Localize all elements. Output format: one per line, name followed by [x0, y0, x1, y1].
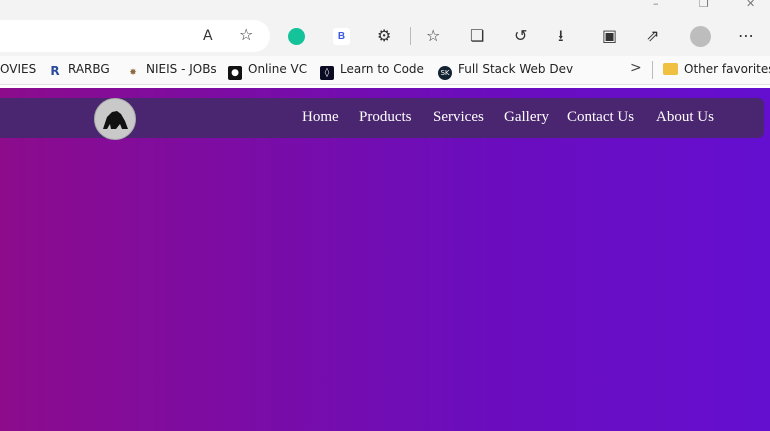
nav-about-us[interactable]: About Us	[656, 109, 714, 126]
nav-services[interactable]: Services	[433, 109, 484, 126]
bing-extension-icon[interactable]: B	[333, 28, 350, 45]
share-icon[interactable]: ⇗	[646, 28, 659, 44]
favorite-item[interactable]: ◊ Learn to Code	[320, 62, 424, 80]
close-button[interactable]: ✕	[746, 0, 755, 10]
minimize-button[interactable]: –	[653, 0, 659, 10]
bear-logo-icon	[103, 111, 128, 129]
favorite-item[interactable]: SK Full Stack Web Dev	[438, 62, 573, 80]
extensions-icon[interactable]: ⚙	[377, 28, 391, 44]
other-favorites[interactable]: Other favorites	[663, 62, 770, 76]
address-bar[interactable]: A ☆	[0, 20, 270, 52]
add-favorite-icon[interactable]: ☆	[239, 27, 253, 43]
site-logo[interactable]	[94, 98, 136, 140]
favorite-label: NIEIS - JOBs	[146, 62, 217, 76]
favorites-overflow-chevron-icon[interactable]: >	[630, 60, 642, 76]
site-navbar: Home Products Services Gallery Contact U…	[0, 98, 764, 140]
favorite-label: Full Stack Web Dev	[458, 62, 574, 76]
title-bar: – ❐ ✕	[0, 0, 770, 16]
rarbg-icon: R	[50, 64, 60, 78]
favorites-bar: OVIES R RARBG ✸ NIEIS - JOBs ● Online VC ◊ L…	[0, 56, 770, 85]
downloads-icon[interactable]: ⭳	[558, 28, 564, 44]
more-menu-icon[interactable]: ⋯	[738, 28, 754, 44]
favorite-item[interactable]: ● Online VC	[228, 62, 307, 80]
sk-icon: SK	[438, 66, 452, 80]
browser-toolbar: A ☆ B ⚙ ☆ ❏ ↺ ⭳ ▣ ⇗ ⋯	[0, 16, 770, 56]
favorite-item[interactable]: OVIES	[0, 62, 36, 76]
favorites-separator	[652, 61, 653, 79]
favorites-icon[interactable]: ☆	[426, 28, 440, 44]
other-favorites-label: Other favorites	[684, 62, 770, 76]
maximize-button[interactable]: ❐	[699, 0, 709, 10]
favorite-label: Online VC	[248, 62, 308, 76]
collections-icon[interactable]: ❏	[470, 28, 484, 44]
math-solver-icon[interactable]: ▣	[602, 28, 617, 44]
emblem-icon: ✸	[129, 68, 137, 78]
profile-avatar[interactable]	[690, 26, 711, 47]
read-aloud-icon[interactable]: A	[203, 28, 213, 44]
nav-gallery[interactable]: Gallery	[504, 109, 549, 126]
web-page: Home Products Services Gallery Contact U…	[0, 88, 770, 431]
nav-products[interactable]: Products	[359, 109, 412, 126]
favorite-label: Learn to Code	[340, 62, 424, 76]
history-icon[interactable]: ↺	[514, 28, 527, 44]
toolbar-separator	[410, 27, 411, 45]
folder-icon	[663, 63, 678, 75]
favorite-label: RARBG	[68, 62, 110, 76]
grammarly-icon[interactable]	[288, 28, 305, 45]
freecodecamp-icon: ◊	[320, 66, 334, 80]
favorite-item[interactable]: R RARBG	[48, 62, 110, 78]
nav-home[interactable]: Home	[302, 109, 339, 126]
online-vc-icon: ●	[228, 66, 242, 80]
favorite-item[interactable]: ✸ NIEIS - JOBs	[126, 62, 217, 80]
nav-contact-us[interactable]: Contact Us	[567, 109, 634, 126]
